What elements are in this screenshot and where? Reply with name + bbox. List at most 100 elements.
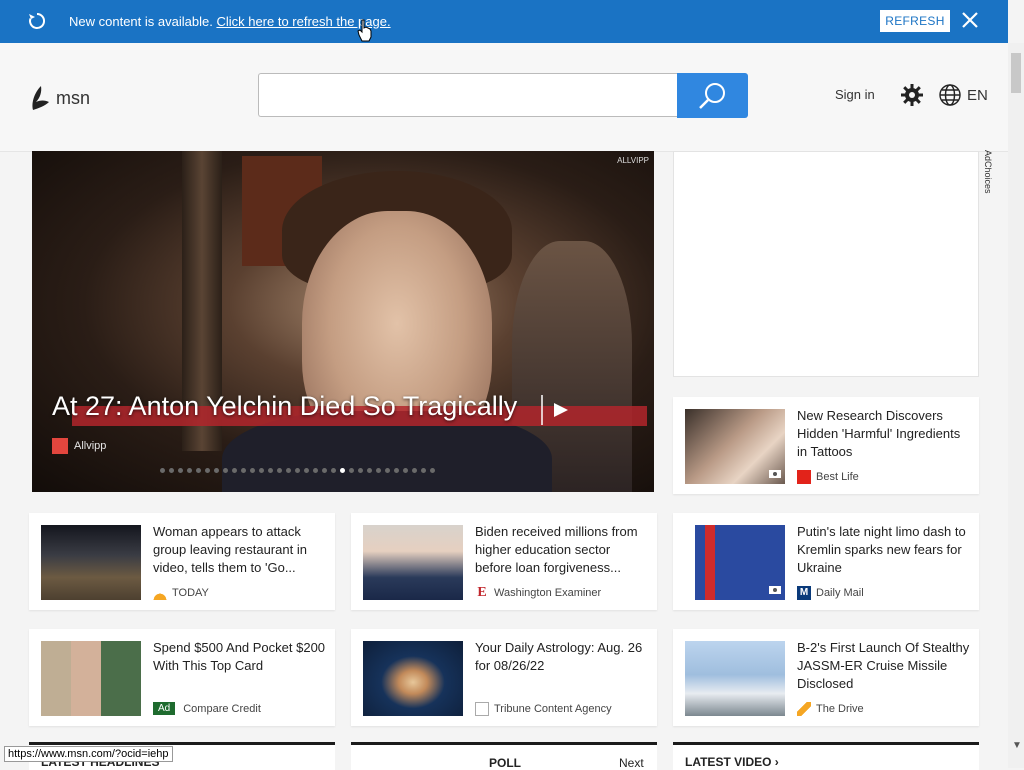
card-title: Woman appears to attack group leaving re… bbox=[153, 524, 307, 575]
today-logo-icon bbox=[153, 586, 167, 600]
washington-examiner-logo-icon: E bbox=[477, 585, 487, 600]
logo-wordmark: msn bbox=[56, 87, 91, 108]
card-title: Putin's late night limo dash to Kremlin … bbox=[797, 524, 966, 575]
source-name: Best Life bbox=[816, 471, 859, 483]
carousel-dot[interactable] bbox=[232, 468, 237, 473]
notification-text: New content is available. bbox=[69, 14, 213, 29]
card-thumbnail bbox=[363, 641, 463, 716]
carousel-dot[interactable] bbox=[160, 468, 165, 473]
msn-logo[interactable]: msn bbox=[29, 83, 90, 113]
source-name: Washington Examiner bbox=[494, 587, 602, 599]
hero-source[interactable]: Allvipp bbox=[52, 438, 106, 454]
news-card[interactable]: Spend $500 And Pocket $200 With This Top… bbox=[29, 629, 335, 726]
card-thumbnail bbox=[685, 641, 785, 716]
sign-in-link[interactable]: Sign in bbox=[835, 87, 875, 102]
butterfly-icon bbox=[32, 86, 49, 110]
card-title: New Research Discovers Hidden 'Harmful' … bbox=[797, 408, 961, 459]
refresh-icon[interactable] bbox=[27, 11, 47, 31]
hero-title[interactable]: At 27: Anton Yelchin Died So Tragically bbox=[52, 391, 517, 422]
carousel-dot[interactable] bbox=[223, 468, 228, 473]
card-title: Biden received millions from higher educ… bbox=[475, 524, 638, 575]
carousel-dot[interactable] bbox=[286, 468, 291, 473]
scrollbar-thumb[interactable] bbox=[1011, 53, 1021, 93]
carousel-dot[interactable] bbox=[367, 468, 372, 473]
card-title: Your Daily Astrology: Aug. 26 for 08/26/… bbox=[475, 640, 643, 673]
source-name: The Drive bbox=[816, 703, 864, 715]
chevron-right-icon: › bbox=[774, 755, 779, 769]
carousel-dot[interactable] bbox=[358, 468, 363, 473]
carousel-dot[interactable] bbox=[295, 468, 300, 473]
hero-watermark: ALLVIPP bbox=[617, 156, 649, 165]
language-selector[interactable]: EN bbox=[967, 87, 988, 104]
carousel-dot[interactable] bbox=[205, 468, 210, 473]
carousel-dot[interactable] bbox=[178, 468, 183, 473]
carousel-dots[interactable] bbox=[160, 468, 435, 473]
gear-icon[interactable] bbox=[900, 83, 924, 107]
card-thumbnail bbox=[41, 641, 141, 716]
search-input[interactable] bbox=[258, 73, 678, 117]
carousel-dot[interactable] bbox=[196, 468, 201, 473]
globe-icon[interactable] bbox=[938, 83, 962, 107]
page-scrollbar[interactable]: ▼ bbox=[1008, 43, 1024, 768]
adchoices-label[interactable]: AdChoices bbox=[983, 150, 993, 194]
latest-video-label[interactable]: LATEST VIDEO › bbox=[685, 755, 779, 769]
camera-icon bbox=[769, 470, 781, 478]
carousel-dot[interactable] bbox=[304, 468, 309, 473]
card-thumbnail bbox=[363, 525, 463, 600]
scroll-down-icon[interactable]: ▼ bbox=[1012, 740, 1022, 751]
hand-cursor-icon bbox=[357, 19, 372, 42]
card-source: The Drive bbox=[797, 702, 864, 716]
hero-carousel[interactable]: ALLVIPP At 27: Anton Yelchin Died So Tra… bbox=[32, 151, 654, 492]
latest-video-header[interactable]: LATEST VIDEO › bbox=[673, 742, 979, 770]
camera-icon bbox=[769, 586, 781, 594]
tribune-logo-icon bbox=[475, 702, 489, 716]
carousel-dot[interactable] bbox=[430, 468, 435, 473]
card-source: Tribune Content Agency bbox=[475, 702, 612, 716]
card-title: Spend $500 And Pocket $200 With This Top… bbox=[153, 640, 326, 673]
carousel-dot[interactable] bbox=[412, 468, 417, 473]
hero-source-name: Allvipp bbox=[74, 440, 107, 452]
card-source: Best Life bbox=[797, 470, 859, 484]
carousel-dot[interactable] bbox=[376, 468, 381, 473]
notification-bar: New content is available. Click here to … bbox=[0, 0, 1008, 43]
news-card[interactable]: New Research Discovers Hidden 'Harmful' … bbox=[673, 397, 979, 494]
card-title: B-2's First Launch Of Stealthy JASSM-ER … bbox=[797, 640, 970, 691]
carousel-dot[interactable] bbox=[250, 468, 255, 473]
carousel-dot[interactable] bbox=[331, 468, 336, 473]
card-source: E Washington Examiner bbox=[475, 586, 601, 600]
play-icon[interactable] bbox=[540, 393, 574, 427]
carousel-dot[interactable] bbox=[421, 468, 426, 473]
card-thumbnail bbox=[41, 525, 141, 600]
close-icon[interactable] bbox=[960, 10, 980, 30]
carousel-dot[interactable] bbox=[214, 468, 219, 473]
carousel-dot[interactable] bbox=[169, 468, 174, 473]
carousel-dot[interactable] bbox=[277, 468, 282, 473]
news-card[interactable]: Putin's late night limo dash to Kremlin … bbox=[673, 513, 979, 610]
ad-badge: Ad bbox=[153, 702, 176, 715]
carousel-dot[interactable] bbox=[394, 468, 399, 473]
carousel-dot[interactable] bbox=[187, 468, 192, 473]
refresh-button[interactable]: REFRESH bbox=[880, 10, 950, 32]
carousel-dot[interactable] bbox=[322, 468, 327, 473]
card-source: Ad Compare Credit bbox=[153, 702, 261, 715]
source-name: Tribune Content Agency bbox=[494, 703, 612, 715]
carousel-dot[interactable] bbox=[241, 468, 246, 473]
carousel-dot[interactable] bbox=[385, 468, 390, 473]
carousel-dot[interactable] bbox=[403, 468, 408, 473]
source-name: Compare Credit bbox=[183, 702, 261, 715]
ad-placeholder[interactable] bbox=[673, 151, 979, 377]
carousel-dot[interactable] bbox=[259, 468, 264, 473]
card-source: TODAY bbox=[153, 586, 209, 600]
source-name: TODAY bbox=[172, 587, 209, 599]
search-button[interactable] bbox=[677, 73, 748, 118]
carousel-dot[interactable] bbox=[313, 468, 318, 473]
carousel-dot[interactable] bbox=[340, 468, 345, 473]
news-card[interactable]: Your Daily Astrology: Aug. 26 for 08/26/… bbox=[351, 629, 657, 726]
carousel-dot[interactable] bbox=[268, 468, 273, 473]
news-card[interactable]: Biden received millions from higher educ… bbox=[351, 513, 657, 610]
news-card[interactable]: B-2's First Launch Of Stealthy JASSM-ER … bbox=[673, 629, 979, 726]
carousel-dot[interactable] bbox=[349, 468, 354, 473]
source-logo-icon bbox=[797, 470, 811, 484]
news-card[interactable]: Woman appears to attack group leaving re… bbox=[29, 513, 335, 610]
search-icon bbox=[699, 83, 725, 109]
